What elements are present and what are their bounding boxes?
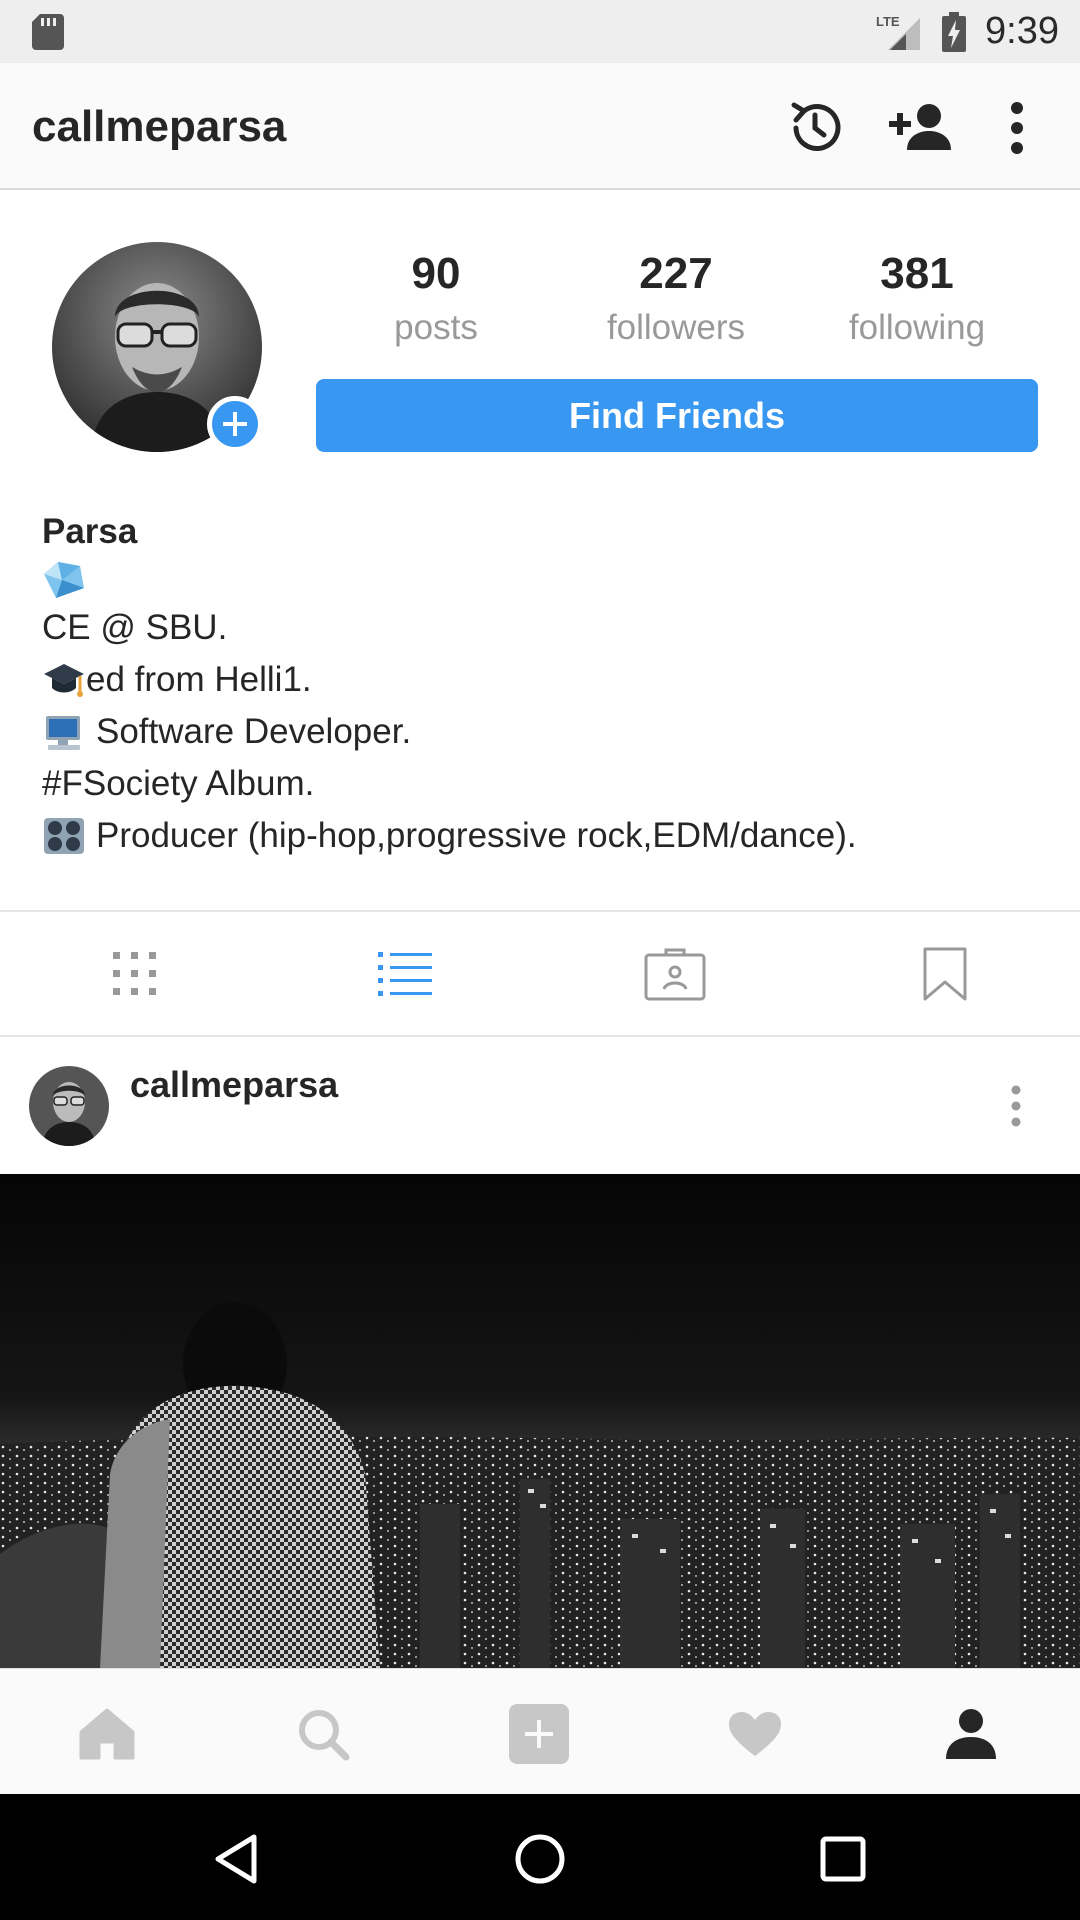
bio-line-text: Producer (hip-hop,progressive rock,EDM/d… — [96, 816, 857, 855]
history-button[interactable] — [780, 93, 850, 163]
activity-heart-icon — [729, 1712, 781, 1756]
following-count: 381 — [880, 249, 954, 298]
night-city-photo — [0, 1174, 1080, 1668]
posts-label: posts — [394, 308, 478, 347]
profile-view-tabs — [0, 910, 1080, 1037]
post-author-username[interactable]: callmeparsa — [130, 1060, 338, 1110]
nav-new-post[interactable] — [504, 1699, 574, 1769]
nav-search[interactable] — [288, 1699, 358, 1769]
system-recents-button[interactable] — [808, 1824, 878, 1894]
post-author-avatar[interactable] — [29, 1066, 109, 1146]
back-icon — [215, 1834, 257, 1884]
tagged-icon — [644, 948, 706, 1001]
profile-username: callmeparsa — [32, 102, 287, 151]
bio-line: #FSociety Album. — [42, 758, 1042, 810]
bio-name: Parsa — [42, 512, 138, 551]
followers-count: 227 — [639, 249, 713, 298]
home-icon — [79, 1708, 135, 1760]
bottom-navigation — [0, 1668, 1080, 1794]
clock: 9:39 — [985, 10, 1059, 52]
following-label: following — [848, 308, 986, 347]
app-header: callmeparsa — [0, 63, 1080, 190]
find-friends-button[interactable]: Find Friends — [316, 379, 1038, 452]
system-navigation-bar — [0, 1794, 1080, 1920]
tab-grid[interactable] — [95, 942, 175, 1006]
system-back-button[interactable] — [201, 1824, 271, 1894]
profile-icon — [946, 1709, 996, 1759]
search-icon — [299, 1710, 350, 1761]
bio-line-text: #FSociety Album. — [42, 764, 315, 803]
signal-lte-icon: LTE — [876, 14, 920, 50]
control-knobs-emoji-icon — [44, 818, 84, 854]
plus-icon — [223, 412, 247, 436]
tab-list[interactable] — [365, 942, 445, 1006]
more-vertical-icon — [1011, 102, 1023, 154]
list-icon — [378, 952, 432, 996]
home-circle-icon — [515, 1834, 565, 1884]
computer-emoji-icon — [46, 716, 80, 750]
bio: Parsa CE @ SBU. ed from Helli1. Software… — [42, 506, 1042, 862]
stat-posts[interactable]: 90 posts — [336, 246, 536, 354]
stat-followers[interactable]: 227 followers — [576, 246, 776, 354]
bio-line: ed from Helli1. — [42, 654, 1042, 706]
add-story-button[interactable] — [207, 396, 263, 452]
saved-icon — [923, 947, 967, 1001]
bio-line — [42, 558, 1042, 602]
tab-tagged[interactable] — [635, 942, 715, 1006]
add-person-icon — [889, 104, 951, 150]
recents-icon — [820, 1836, 866, 1882]
bio-line: CE @ SBU. — [42, 602, 1042, 654]
posts-count: 90 — [411, 249, 461, 298]
tab-saved[interactable] — [905, 942, 985, 1006]
nav-home[interactable] — [72, 1699, 142, 1769]
diamond-emoji-icon — [44, 562, 84, 598]
more-options-button[interactable] — [982, 93, 1052, 163]
more-vertical-icon — [1011, 1085, 1021, 1127]
system-home-button[interactable] — [505, 1824, 575, 1894]
svg-text:LTE: LTE — [876, 14, 900, 29]
bio-line-text: ed from Helli1. — [86, 660, 312, 699]
post-avatar-photo — [29, 1066, 109, 1146]
bio-line-text: Software Developer. — [96, 712, 412, 751]
nav-profile[interactable] — [936, 1699, 1006, 1769]
bio-line: Software Developer. — [42, 706, 1042, 758]
bio-line-text: CE @ SBU. — [42, 608, 228, 647]
graduation-cap-emoji-icon — [44, 664, 84, 697]
sd-card-icon — [32, 14, 64, 50]
stat-following[interactable]: 381 following — [817, 246, 1017, 354]
bio-line: Producer (hip-hop,progressive rock,EDM/d… — [42, 810, 1042, 862]
nav-activity[interactable] — [720, 1699, 790, 1769]
followers-label: followers — [606, 308, 746, 347]
new-post-icon — [509, 1704, 569, 1764]
history-icon — [791, 102, 841, 151]
post-image[interactable] — [0, 1174, 1080, 1668]
battery-charging-icon — [942, 12, 966, 52]
add-person-button[interactable] — [887, 93, 957, 163]
post-options-button[interactable] — [996, 1078, 1036, 1134]
grid-icon — [113, 952, 156, 995]
status-bar: LTE 9:39 — [0, 0, 1080, 63]
